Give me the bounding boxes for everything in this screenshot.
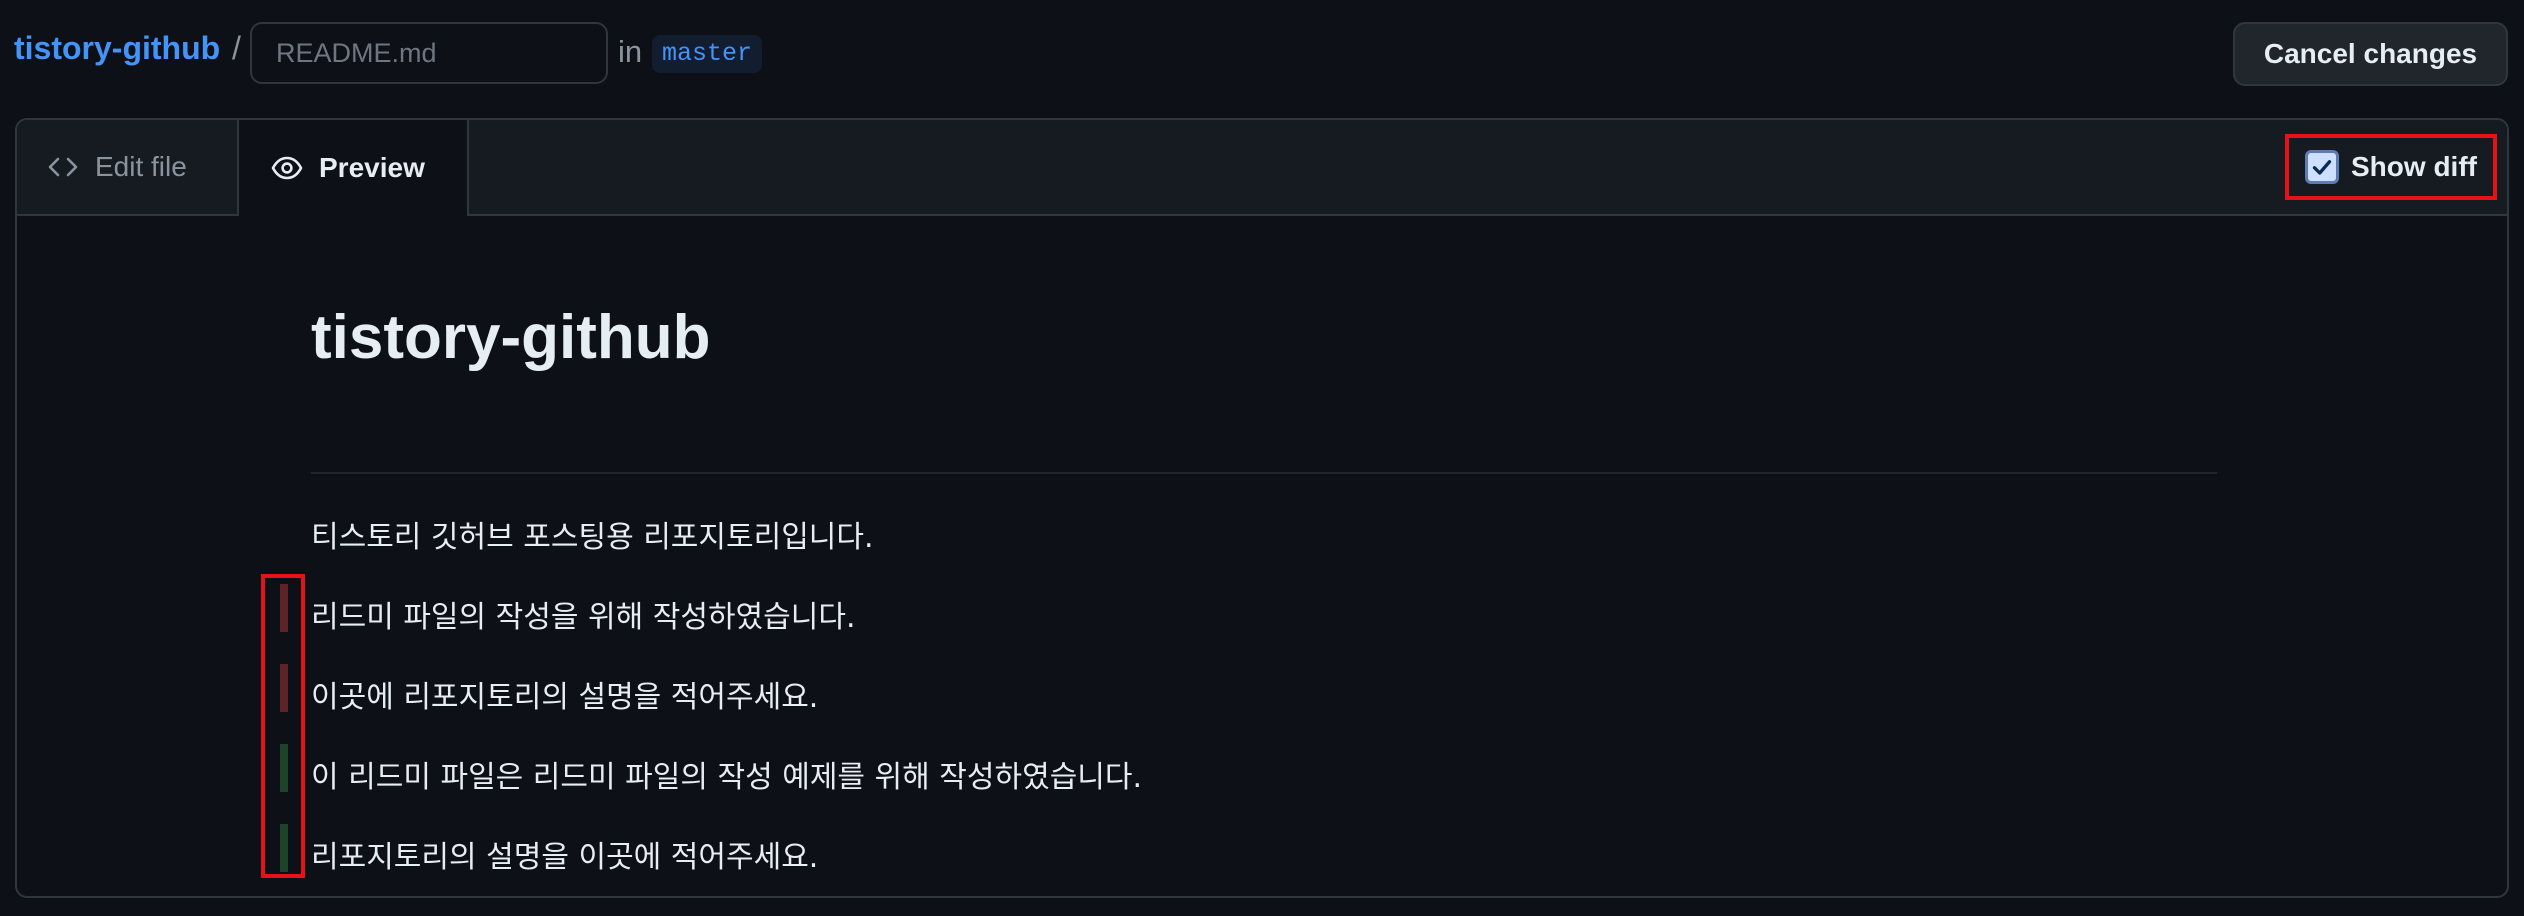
preview-line: 이곳에 리포지토리의 설명을 적어주세요. — [311, 680, 819, 715]
cancel-changes-button[interactable]: Cancel changes — [2233, 22, 2508, 86]
eye-icon — [271, 152, 303, 184]
tab-preview-label: Preview — [319, 152, 425, 183]
branch-badge: master — [652, 35, 763, 73]
show-diff-label: Show diff — [2351, 151, 2477, 182]
title-divider — [311, 472, 2217, 474]
show-diff-checkbox[interactable] — [2305, 150, 2339, 184]
tab-edit-file[interactable]: Edit file — [17, 120, 237, 214]
checkmark-icon — [2312, 160, 2332, 175]
preview-line: 이 리드미 파일은 리드미 파일의 작성 예제를 위해 작성하였습니다. — [311, 760, 1143, 795]
code-icon — [47, 151, 79, 183]
preview-line: 티스토리 깃허브 포스팅용 리포지토리입니다. — [311, 520, 874, 555]
repo-link[interactable]: tistory-github — [14, 30, 220, 67]
path-separator: / — [232, 30, 241, 66]
editor-tabbar: Edit file Preview Show diff — [17, 120, 2507, 216]
diff-markers-highlight — [261, 574, 305, 878]
tab-edit-file-label: Edit file — [95, 151, 187, 182]
tab-preview[interactable]: Preview — [237, 120, 469, 216]
preview-line: 리드미 파일의 작성을 위해 작성하였습니다. — [311, 600, 856, 635]
preview-line: 리포지토리의 설명을 이곳에 적어주세요. — [311, 840, 819, 875]
in-label: in — [618, 34, 643, 69]
show-diff-toggle[interactable]: Show diff — [2285, 134, 2497, 200]
filename-input[interactable] — [250, 22, 608, 84]
editor-panel: Edit file Preview Show diff tistory-gith… — [15, 118, 2509, 898]
file-header: tistory-github / in master Cancel change… — [0, 0, 2524, 108]
editor-page: tistory-github / in master Cancel change… — [0, 0, 2524, 916]
readme-title: tistory-github — [311, 303, 711, 372]
